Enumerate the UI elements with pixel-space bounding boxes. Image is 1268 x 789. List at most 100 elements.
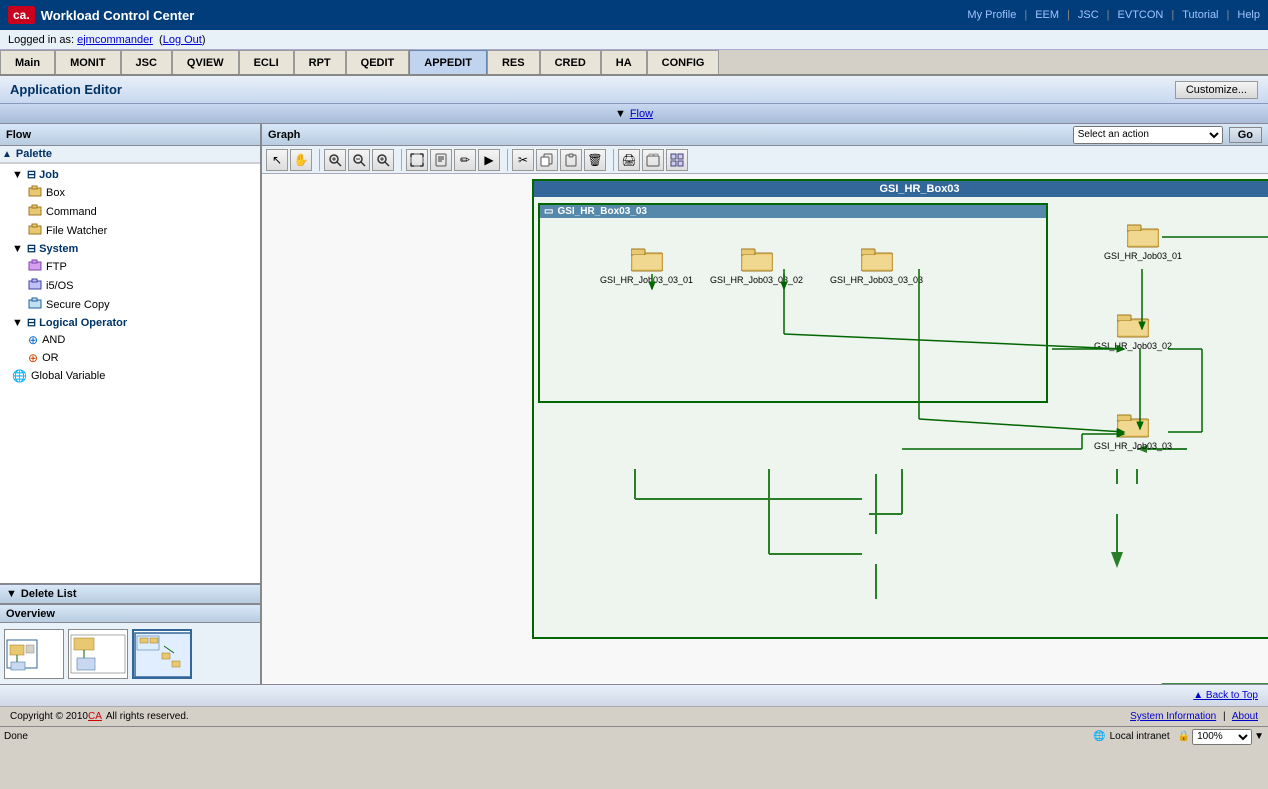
node-job03-03-label: GSI_HR_Job03_03 xyxy=(1094,441,1172,451)
node-job03-03-02[interactable]: GSI_HR_Job03_03_02 xyxy=(710,245,803,285)
tree-item-or[interactable]: ⊕ OR xyxy=(12,349,256,367)
nav-qview[interactable]: QVIEW xyxy=(172,50,239,74)
nav-rpt[interactable]: RPT xyxy=(294,50,346,74)
customize-button[interactable]: Customize... xyxy=(1175,81,1258,99)
edit-button[interactable]: ✏ xyxy=(454,149,476,171)
zoom-out-button[interactable] xyxy=(348,149,370,171)
zoom-down-icon[interactable]: ▼ xyxy=(1254,731,1264,742)
logout-link[interactable]: Log Out xyxy=(163,34,202,46)
username-link[interactable]: ejmcommander xyxy=(77,34,153,46)
copy-button[interactable] xyxy=(536,149,558,171)
main-box[interactable]: GSI_HR_Box03 ▭ GSI_HR_Box03_03 xyxy=(532,179,1268,639)
file-watcher-icon xyxy=(28,223,42,238)
app-title: Workload Control Center xyxy=(41,8,195,23)
node-job03-03-01[interactable]: GSI_HR_Job03_03_01 xyxy=(600,245,693,285)
system-group: FTP i5/OS Secure Copy xyxy=(4,257,256,314)
copyright-bar: Copyright © 2010 CA All rights reserved.… xyxy=(0,706,1268,726)
tree-item-i5os[interactable]: i5/OS xyxy=(12,276,256,295)
nav-cred[interactable]: CRED xyxy=(540,50,601,74)
zone-info: 🌐 Local intranet xyxy=(1093,731,1170,742)
toolbar-sep-4 xyxy=(610,149,614,171)
nav-config[interactable]: CONFIG xyxy=(647,50,720,74)
system-group-header[interactable]: ▼ ⊟ System xyxy=(4,240,256,257)
evtcon-link[interactable]: EVTCON xyxy=(1118,9,1164,21)
node-job03-02[interactable]: GSI_HR_Job03_02 xyxy=(1094,311,1172,351)
top-links: My Profile | EEM | JSC | EVTCON | Tutori… xyxy=(967,9,1260,21)
properties-button[interactable] xyxy=(430,149,452,171)
nav-main[interactable]: Main xyxy=(0,50,55,74)
flow-link[interactable]: Flow xyxy=(630,108,653,120)
system-info-link[interactable]: System Information xyxy=(1130,711,1216,722)
nav-res[interactable]: RES xyxy=(487,50,540,74)
palette-header[interactable]: ▲ Palette xyxy=(0,146,260,163)
or-icon: ⊕ xyxy=(28,351,38,365)
export-button[interactable] xyxy=(642,149,664,171)
tree-item-file-watcher[interactable]: File Watcher xyxy=(12,221,256,240)
overview-text: Overview xyxy=(6,608,55,620)
action-select[interactable]: Select an action xyxy=(1073,126,1223,144)
nav-appedit[interactable]: APPEDIT xyxy=(409,50,487,74)
page-title: Application Editor xyxy=(10,82,122,97)
nav-jsc[interactable]: JSC xyxy=(121,50,172,74)
tutorial-link[interactable]: Tutorial xyxy=(1182,9,1218,21)
pan-tool-button[interactable]: ✋ xyxy=(290,149,312,171)
go-button[interactable]: Go xyxy=(1229,127,1262,143)
nav-monit[interactable]: MONIT xyxy=(55,50,120,74)
help-link[interactable]: Help xyxy=(1237,9,1260,21)
inner-box-title: ▭ GSI_HR_Box03_03 xyxy=(540,205,1046,218)
overview-content xyxy=(0,623,260,684)
overview-thumb-3[interactable] xyxy=(132,629,192,679)
node-job03-03-02-label: GSI_HR_Job03_03_02 xyxy=(710,275,803,285)
zoom-fit-button[interactable] xyxy=(324,149,346,171)
nav-qedit[interactable]: QEDIT xyxy=(346,50,410,74)
job-group-header[interactable]: ▼ ⊟ Job xyxy=(4,166,256,183)
main-nav: Main MONIT JSC QVIEW ECLI RPT QEDIT APPE… xyxy=(0,50,1268,76)
zoom-in-button[interactable] xyxy=(372,149,394,171)
graph-label: Graph xyxy=(268,129,300,141)
tree-item-global-variable[interactable]: 🌐 Global Variable xyxy=(4,367,256,385)
inner-box[interactable]: ▭ GSI_HR_Box03_03 GSI_HR_Job03_03_01 xyxy=(538,203,1048,403)
top-header: ca. Workload Control Center My Profile |… xyxy=(0,0,1268,30)
back-to-top-link[interactable]: ▲ Back to Top xyxy=(1193,690,1258,701)
tree-item-command[interactable]: Command xyxy=(12,202,256,221)
toggle-button[interactable] xyxy=(666,149,688,171)
system-group-label: ⊟ System xyxy=(27,242,78,255)
graph-toolbar: ↖ ✋ ✏ ▶ ✂ xyxy=(262,146,1268,174)
paste-button[interactable] xyxy=(560,149,582,171)
select-tool-button[interactable]: ↖ xyxy=(266,149,288,171)
tree-item-ftp[interactable]: FTP xyxy=(12,257,256,276)
job-group: Box Command File Watcher xyxy=(4,183,256,240)
overview-thumb-1[interactable] xyxy=(4,629,64,679)
logical-operator-label: ⊟ Logical Operator xyxy=(27,316,127,329)
eem-link[interactable]: EEM xyxy=(1035,9,1059,21)
about-link[interactable]: About xyxy=(1232,711,1258,722)
zoom-control: 🔒 100% ▼ xyxy=(1178,729,1264,745)
run-button[interactable]: ▶ xyxy=(478,149,500,171)
ca-link[interactable]: CA xyxy=(88,711,102,722)
jsc-link[interactable]: JSC xyxy=(1078,9,1099,21)
tree-item-and[interactable]: ⊕ AND xyxy=(12,331,256,349)
overview-thumb-2[interactable] xyxy=(68,629,128,679)
delete-list-bar[interactable]: ▼ Delete List xyxy=(0,584,260,604)
inner-box-collapse-icon[interactable]: ▭ xyxy=(544,206,553,217)
fit-all-button[interactable] xyxy=(406,149,428,171)
node-job03-03-icon xyxy=(1117,411,1149,439)
tree-item-box[interactable]: Box xyxy=(12,183,256,202)
rights-text: All rights reserved. xyxy=(106,711,189,722)
delete-button[interactable]: 🗑 xyxy=(584,149,606,171)
cut-button[interactable]: ✂ xyxy=(512,149,534,171)
node-job03-01[interactable]: GSI_HR_Job03_01 xyxy=(1104,221,1182,261)
logical-operator-group-header[interactable]: ▼ ⊟ Logical Operator xyxy=(4,314,256,331)
tree-item-secure-copy[interactable]: Secure Copy xyxy=(12,295,256,314)
toolbar-sep-1 xyxy=(316,149,320,171)
node-job03-03-03[interactable]: GSI_HR_Job03_03_03 xyxy=(830,245,923,285)
my-profile-link[interactable]: My Profile xyxy=(967,9,1016,21)
node-job03-03[interactable]: GSI_HR_Job03_03 xyxy=(1094,411,1172,451)
i5os-icon xyxy=(28,278,42,293)
zoom-select[interactable]: 100% xyxy=(1192,729,1252,745)
nav-ecli[interactable]: ECLI xyxy=(239,50,294,74)
print-button[interactable]: 🖨 xyxy=(618,149,640,171)
and-icon: ⊕ xyxy=(28,333,38,347)
nav-ha[interactable]: HA xyxy=(601,50,647,74)
zone-icon: 🌐 xyxy=(1093,731,1105,742)
